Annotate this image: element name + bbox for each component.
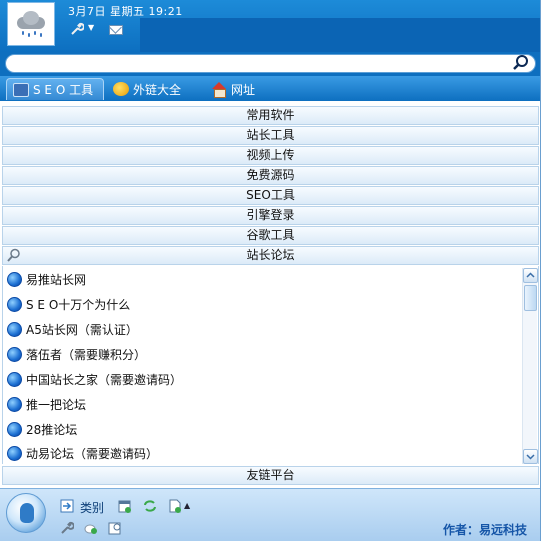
chevron-up-icon[interactable]: ▲ [184,501,190,510]
category-google-tools[interactable]: 谷歌工具 [2,226,539,245]
list-item-label: 28推论坛 [26,422,78,437]
scroll-up-button[interactable] [523,268,538,283]
globe-icon [7,271,22,287]
chevron-down-icon [526,454,535,460]
weather-avatar[interactable] [7,2,55,46]
list-item-label: 推一把论坛 [26,397,87,412]
search-bar [0,52,541,76]
globe-icon [7,371,22,387]
list-item-label: 动易论坛（需要邀请码） [26,446,159,461]
chevron-down-icon[interactable]: ▼ [88,23,94,32]
category-common-software[interactable]: 常用软件 [2,106,539,125]
list-item[interactable]: 中国站长之家（需要邀请码） [7,369,182,389]
tab-label: 网址 [231,82,256,97]
globe-icon [7,445,22,461]
list-scrollbar[interactable] [522,268,538,464]
globe-icon [7,421,22,437]
bottom-bar: 类别 ▲ 作者：易远科技 [0,488,541,541]
magnifier-icon [7,248,20,262]
category-webmaster-tools[interactable]: 站长工具 [2,126,539,145]
globe-icon [7,346,22,362]
search-input[interactable] [5,54,536,73]
forum-list: 易推站长网 S E O十万个为什么 A5站长网（需认证） 落伍者（需要赚积分） … [2,266,539,464]
refresh-icon[interactable] [143,499,157,513]
tab-label: 外链大全 [133,82,182,97]
date-time: 3月7日 星期五 19:21 [68,5,183,18]
seo-tools-icon [13,82,29,97]
gold-ball-icon [113,82,129,96]
tab-external-links[interactable]: 外链大全 [107,78,187,100]
list-item[interactable]: A5站长网（需认证） [7,319,138,339]
list-item-label: A5站长网（需认证） [26,322,138,337]
list-item[interactable]: 28推论坛 [7,419,77,439]
list-item[interactable]: 推一把论坛 [7,394,86,414]
list-item-label: 落伍者（需要赚积分） [26,347,147,362]
list-item[interactable]: 动易论坛（需要邀请码） [7,443,158,463]
scroll-thumb[interactable] [524,285,537,311]
list-item-label: 易推站长网 [26,272,87,287]
list-item[interactable]: S E O十万个为什么 [7,294,130,314]
rain-cloud-icon [14,9,48,39]
header-band [140,18,541,52]
category-engine-login[interactable]: 引擎登录 [2,206,539,225]
list-item[interactable]: 落伍者（需要赚积分） [7,344,146,364]
wrench-icon[interactable] [60,521,74,535]
category-friend-links[interactable]: 友链平台 [2,466,539,485]
add-document-icon[interactable] [168,499,182,513]
list-item-label: 中国站长之家（需要邀请码） [26,372,183,387]
tab-bar: S E O 工具 外链大全 网址 [0,76,541,101]
search-icon[interactable] [512,54,530,72]
schedule-icon[interactable] [108,521,122,535]
list-item[interactable]: 易推站长网 [7,269,86,289]
category-seo-tools[interactable]: SEO工具 [2,186,539,205]
qq-logo-icon[interactable] [6,493,46,533]
chevron-up-icon [526,272,535,278]
globe-icon [7,321,22,337]
home-icon [211,82,227,98]
tab-seo-tools[interactable]: S E O 工具 [6,78,104,100]
wrench-icon[interactable] [70,22,85,36]
cloud-add-icon[interactable] [84,521,98,535]
window-icon[interactable] [118,499,132,513]
tab-websites[interactable]: 网址 [205,78,261,100]
header-bar: 3月7日 星期五 19:21 ▼ [0,0,541,52]
category-free-source[interactable]: 免费源码 [2,166,539,185]
scroll-down-button[interactable] [523,449,538,464]
author-label: 作者：易远科技 [442,523,527,537]
category-video-upload[interactable]: 视频上传 [2,146,539,165]
category-webmaster-forum[interactable]: 站长论坛 [2,246,539,265]
globe-icon [7,396,22,412]
tab-label: S E O 工具 [33,83,94,97]
globe-icon [7,296,22,312]
category-icon[interactable] [60,499,74,513]
category-label: 站长论坛 [246,248,295,262]
list-item-label: S E O十万个为什么 [26,297,131,312]
mail-icon[interactable] [109,25,123,35]
category-label[interactable]: 类别 [80,499,104,516]
